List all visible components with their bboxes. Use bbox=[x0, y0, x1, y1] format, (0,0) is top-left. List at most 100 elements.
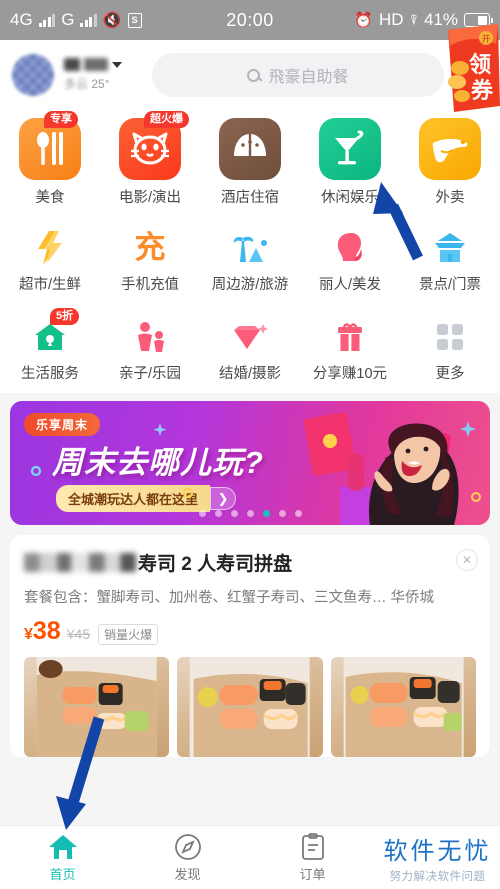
category-row-3: 5折 生活服务 亲子/乐园 结婚/摄影 分享赚10元 更多 bbox=[0, 308, 500, 383]
beauty-head-icon bbox=[337, 233, 362, 261]
category-item-shenghuo[interactable]: 5折 生活服务 bbox=[0, 308, 100, 383]
user-avatar[interactable] bbox=[12, 54, 54, 96]
order-clipboard-icon bbox=[301, 832, 324, 860]
svg-text:开: 开 bbox=[481, 34, 490, 44]
category-item-xiuxian[interactable]: 休闲娱乐 bbox=[300, 118, 400, 207]
chongzhi-icon-wrap: 充 bbox=[127, 225, 173, 271]
promo-banner-wrap: 乐享周末 周末去哪儿玩? 全城潮玩达人都在这里 ❯ bbox=[0, 393, 500, 525]
deal-title: 寿司 2 人寿司拼盘 bbox=[138, 554, 293, 575]
utensils-icon bbox=[37, 132, 63, 165]
chevron-down-icon[interactable] bbox=[112, 61, 122, 68]
location-name-row[interactable] bbox=[64, 58, 142, 71]
sushi-platter-photo-2[interactable] bbox=[177, 657, 323, 757]
deal-card[interactable]: ✕ 寿司 2 人寿司拼盘 套餐包含：蟹脚寿司、加州卷、红蟹子寿司、三文鱼寿… 华… bbox=[10, 535, 490, 757]
banner-dot[interactable] bbox=[294, 510, 302, 517]
zhoubianyou-icon-wrap bbox=[227, 225, 273, 271]
banner-dot[interactable] bbox=[214, 510, 222, 517]
jiudian-tile bbox=[219, 118, 281, 180]
app-header: 多云 25° 飛豪自助餐 bbox=[0, 40, 500, 110]
category-label: 超市/生鲜 bbox=[18, 277, 82, 293]
category-item-jiudian[interactable]: 酒店住宿 bbox=[200, 118, 300, 207]
tab-label: 发现 bbox=[174, 866, 201, 882]
banner-dot[interactable] bbox=[230, 510, 238, 517]
pagoda-icon bbox=[435, 233, 465, 262]
bottom-tab-bar: 首页 发现 订单 软件无忧 努力解决软件问题 bbox=[0, 825, 500, 889]
meishi-tile: 专享 bbox=[19, 111, 81, 180]
category-label: 休闲娱乐 bbox=[321, 190, 379, 206]
category-item-dianying[interactable]: 超火爆 电影/演出 bbox=[100, 111, 200, 207]
banner-dots[interactable] bbox=[10, 510, 490, 517]
sushi-platter-photo-3[interactable] bbox=[330, 657, 476, 757]
category-item-jiehun[interactable]: 结婚/摄影 bbox=[200, 314, 300, 383]
category-item-qinzi[interactable]: 亲子/乐园 bbox=[100, 314, 200, 383]
banner-dot-active[interactable] bbox=[262, 510, 270, 517]
waimai-tile bbox=[419, 118, 481, 180]
watermark-title: 软件无忧 bbox=[383, 838, 492, 865]
category-item-waimai[interactable]: 外卖 bbox=[400, 118, 500, 207]
category-item-gengduo[interactable]: 更多 bbox=[400, 314, 500, 383]
category-item-zhoubianyou[interactable]: 周边游/旅游 bbox=[200, 225, 300, 294]
category-label: 周边游/旅游 bbox=[211, 277, 289, 293]
search-icon bbox=[247, 68, 261, 82]
coupon-text-2: 券 bbox=[470, 78, 494, 103]
close-icon[interactable]: ✕ bbox=[456, 549, 478, 571]
deal-title-row: 寿司 2 人寿司拼盘 bbox=[24, 549, 476, 576]
hd-indicator: HD bbox=[379, 10, 404, 29]
compass-icon bbox=[174, 833, 201, 860]
search-input[interactable]: 飛豪自助餐 bbox=[152, 53, 444, 97]
category-label: 酒店住宿 bbox=[221, 190, 279, 206]
category-item-jingdian[interactable]: 景点/门票 bbox=[400, 225, 500, 294]
hotel-fan-icon bbox=[234, 134, 266, 156]
banner-dot[interactable] bbox=[278, 510, 286, 517]
tab-label: 首页 bbox=[49, 866, 76, 882]
category-item-meishi[interactable]: 专享 美食 bbox=[0, 111, 100, 207]
banner-decorations bbox=[30, 423, 194, 499]
weather-temp: 25° bbox=[91, 77, 110, 91]
category-label: 景点/门票 bbox=[418, 277, 482, 293]
category-item-liren[interactable]: 丽人/美发 bbox=[300, 225, 400, 294]
category-label: 手机充值 bbox=[121, 277, 179, 293]
recharge-char-icon: 充 bbox=[134, 230, 166, 265]
search-placeholder: 飛豪自助餐 bbox=[268, 69, 349, 86]
deal-title-blurred-prefix bbox=[24, 553, 136, 572]
category-row-2: 超市/生鲜 充 手机充值 周边游/旅游 丽人/美发 景点/门票 bbox=[0, 225, 500, 294]
wifi-icon: ⍒ bbox=[409, 11, 418, 28]
weather-condition: 多云 bbox=[64, 77, 89, 91]
palm-tree-icon bbox=[233, 236, 267, 262]
deal-price-row: ¥38 ¥45 销量火爆 bbox=[24, 617, 476, 646]
category-item-fenxiang[interactable]: 分享赚10元 bbox=[300, 314, 400, 383]
tab-orders[interactable]: 订单 bbox=[250, 832, 375, 883]
home-pin-icon bbox=[35, 324, 65, 350]
promo-banner[interactable]: 乐享周末 周末去哪儿玩? 全城潮玩达人都在这里 ❯ bbox=[10, 401, 490, 525]
home-icon bbox=[48, 834, 77, 859]
category-label: 亲子/乐园 bbox=[118, 366, 182, 382]
qinzi-icon-wrap bbox=[127, 314, 173, 360]
coupon-text-1: 领 bbox=[469, 52, 491, 77]
category-label: 生活服务 bbox=[21, 366, 79, 382]
tab-home[interactable]: 首页 bbox=[0, 833, 125, 883]
jingdian-icon-wrap bbox=[427, 225, 473, 271]
deal-description: 套餐包含：蟹脚寿司、加州卷、红蟹子寿司、三文鱼寿… 华侨城 bbox=[24, 590, 435, 606]
coupon-float[interactable]: 开 领 券 bbox=[442, 22, 500, 114]
category-item-chaoshi[interactable]: 超市/生鲜 bbox=[0, 225, 100, 294]
deal-price-current: ¥38 bbox=[24, 617, 61, 645]
badge-chaohuobao: 超火爆 bbox=[144, 111, 189, 128]
cat-face-icon bbox=[131, 132, 169, 165]
status-bar: 4G G 🔇 S 20:00 ⏰ HD ⍒ 41% bbox=[0, 0, 500, 40]
watermark: 软件无忧 努力解决软件问题 bbox=[375, 831, 500, 884]
deal-price-original: ¥45 bbox=[66, 626, 91, 642]
jiehun-icon-wrap bbox=[227, 314, 273, 360]
banner-dot[interactable] bbox=[246, 510, 254, 517]
dianying-tile: 超火爆 bbox=[119, 111, 189, 180]
location-selector[interactable]: 多云 25° bbox=[64, 58, 142, 92]
badge-zhuanxiang: 专享 bbox=[44, 111, 78, 128]
category-item-chongzhi[interactable]: 充 手机充值 bbox=[100, 225, 200, 294]
tab-discover[interactable]: 发现 bbox=[125, 833, 250, 883]
parent-child-icon bbox=[138, 322, 164, 352]
sushi-platter-photo-1[interactable] bbox=[24, 657, 170, 757]
banner-dot[interactable] bbox=[198, 510, 206, 517]
alarm-clock-icon: ⏰ bbox=[354, 12, 373, 29]
coupon-envelope-icon: 开 领 券 bbox=[448, 24, 500, 112]
liren-icon-wrap bbox=[327, 225, 373, 271]
xiuxian-tile bbox=[319, 118, 381, 180]
